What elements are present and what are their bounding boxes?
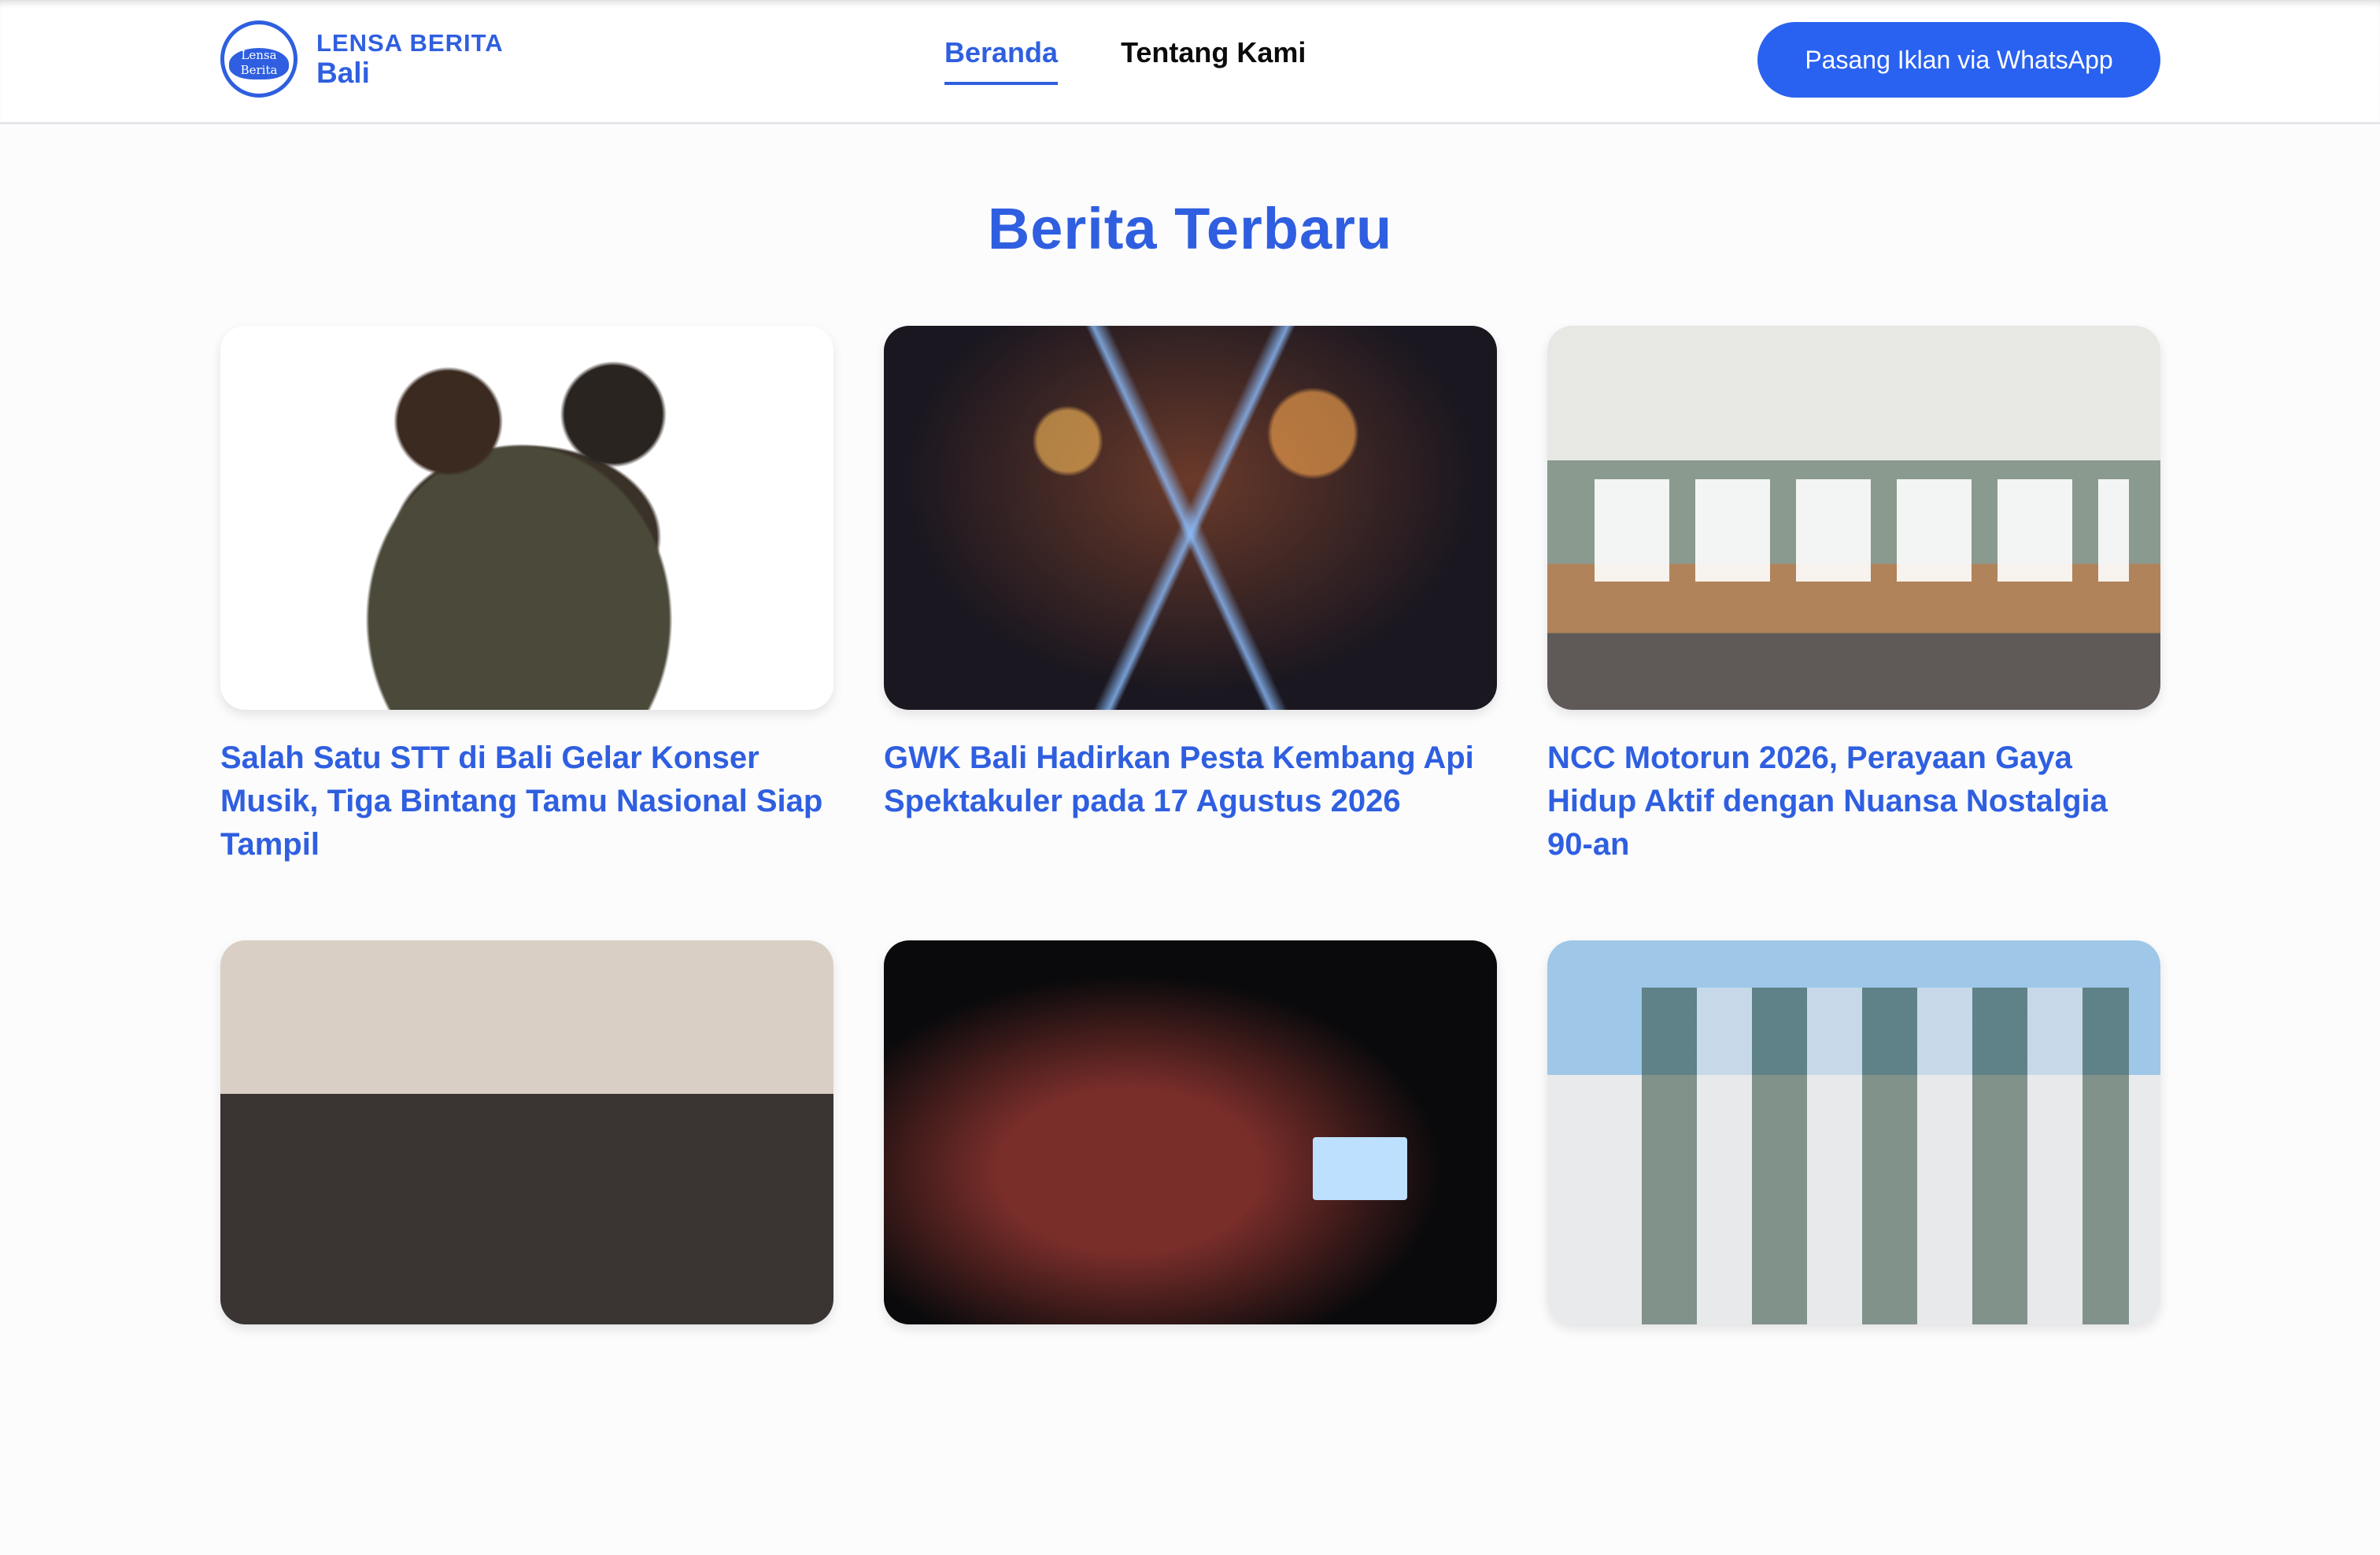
article-image[interactable] (884, 326, 1497, 710)
nav-beranda[interactable]: Beranda (944, 36, 1059, 85)
news-card[interactable] (220, 940, 833, 1555)
news-card[interactable]: Salah Satu STT di Bali Gelar Konser Musi… (220, 326, 833, 940)
news-card[interactable] (1547, 940, 2160, 1555)
news-card[interactable] (884, 940, 1497, 1555)
article-image[interactable] (220, 940, 833, 1324)
news-card[interactable]: GWK Bali Hadirkan Pesta Kembang Api Spek… (884, 326, 1497, 940)
article-title[interactable]: GWK Bali Hadirkan Pesta Kembang Api Spek… (884, 737, 1497, 823)
logo-badge-icon: Lensa Berita Bali (220, 20, 298, 98)
article-title[interactable]: NCC Motorun 2026, Perayaan Gaya Hidup Ak… (1547, 737, 2160, 866)
logo-subtitle: Bali (316, 57, 370, 89)
article-title[interactable]: Salah Satu STT di Bali Gelar Konser Musi… (220, 737, 833, 866)
logo-badge-text: Lensa Berita (240, 48, 278, 77)
nav-tentang-kami[interactable]: Tentang Kami (1121, 36, 1306, 85)
article-image[interactable] (220, 326, 833, 710)
whatsapp-ad-button[interactable]: Pasang Iklan via WhatsApp (1757, 22, 2160, 98)
main-nav: Beranda Tentang Kami (944, 36, 1306, 85)
logo-badge-subtext: Bali (247, 78, 271, 92)
article-image[interactable] (1547, 326, 2160, 710)
news-grid: Salah Satu STT di Bali Gelar Konser Musi… (220, 326, 2160, 1555)
site-logo[interactable]: Lensa Berita Bali LENSA BERITA Bali (220, 20, 504, 98)
article-image[interactable] (884, 940, 1497, 1324)
news-card[interactable]: NCC Motorun 2026, Perayaan Gaya Hidup Ak… (1547, 326, 2160, 940)
article-image[interactable] (1547, 940, 2160, 1324)
section-title: Berita Terbaru (987, 196, 1393, 261)
logo-title: LENSA BERITA (316, 29, 504, 57)
site-header: Lensa Berita Bali LENSA BERITA Bali Bera… (0, 0, 2380, 124)
